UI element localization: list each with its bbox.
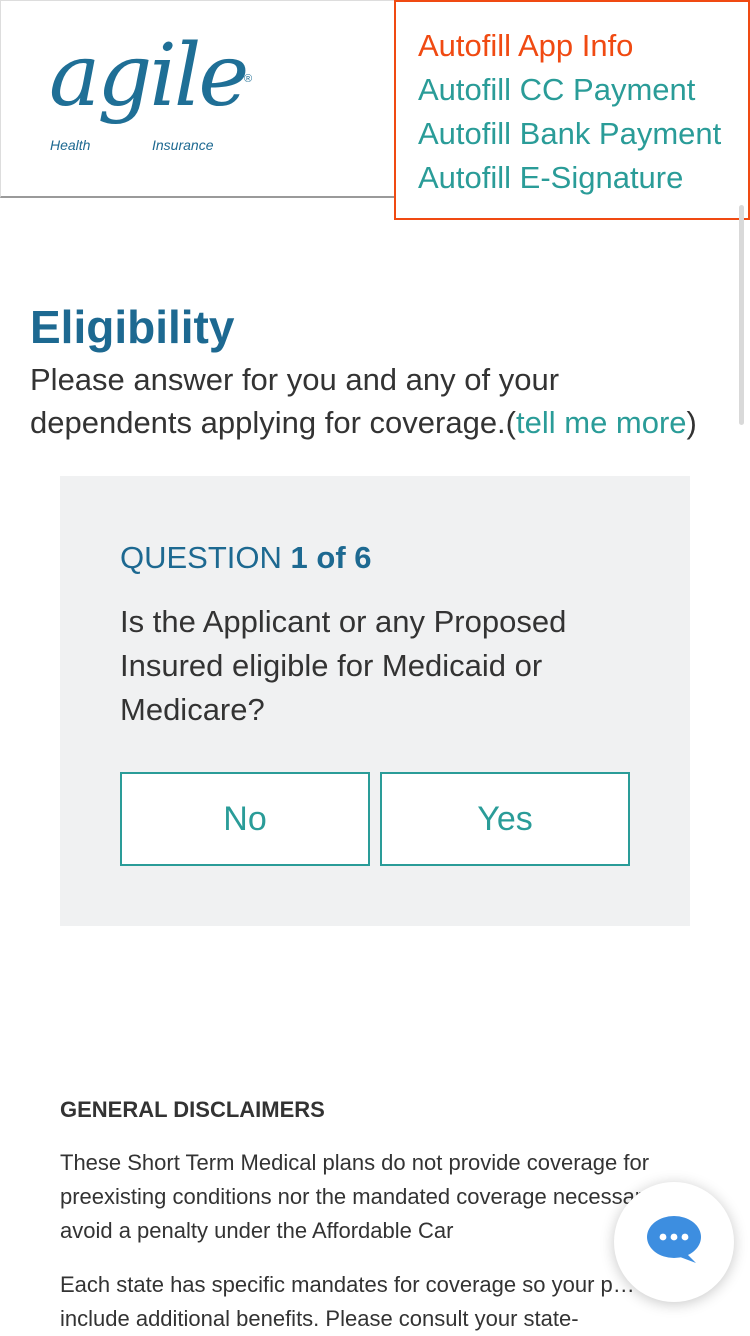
disclaimer-paragraph: These Short Term Medical plans do not pr… [60,1150,678,1243]
logo-insurance-text: Insurance [152,137,214,153]
disclaimers-heading: GENERAL DISCLAIMERS [60,1097,325,1122]
logo-registered-mark: ® [244,73,253,85]
autofill-e-signature-link[interactable]: Autofill E-Signature [418,156,748,200]
chat-button[interactable] [614,1182,734,1302]
page-title: Eligibility [30,301,235,353]
autofill-cc-payment-link[interactable]: Autofill CC Payment [418,68,748,112]
autofill-bank-payment-link[interactable]: Autofill Bank Payment [418,112,748,156]
logo-word: agile [49,26,249,126]
chat-bubble-icon [646,1215,702,1270]
yes-button[interactable]: Yes [380,772,630,866]
no-button[interactable]: No [120,772,370,866]
question-label: QUESTION [120,540,282,575]
scrollbar[interactable] [739,205,744,425]
tell-me-more-link[interactable]: tell me more [516,405,687,440]
logo-health-text: Health [50,137,91,153]
question-progress: 1 of 6 [290,540,372,575]
agile-logo[interactable]: agile ® Health Insurance [49,33,269,161]
page-subtitle: Please answer for you and any of your de… [30,358,720,444]
disclaimer-paragraph: Each state has specific mandates for cov… [60,1272,683,1331]
question-counter: QUESTION 1 of 6 [120,540,372,576]
question-text: Is the Applicant or any Proposed Insured… [120,604,567,727]
autofill-app-info-link[interactable]: Autofill App Info [418,24,748,68]
question-card: QUESTION 1 of 6 Is the Applicant or any … [60,476,690,926]
subtitle-text: Please answer for you and any of your de… [30,362,560,440]
subtitle-close: ) [686,405,697,440]
autofill-panel: Autofill App Info Autofill CC Payment Au… [394,0,750,220]
